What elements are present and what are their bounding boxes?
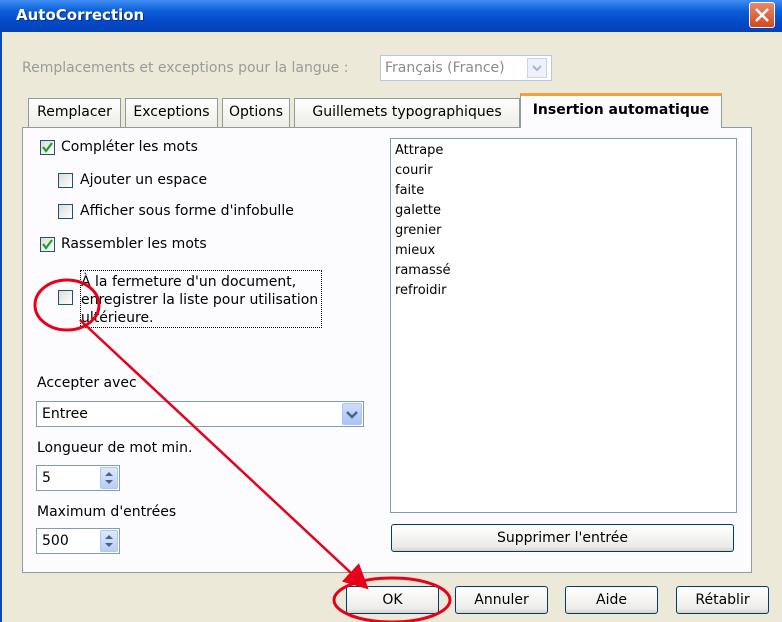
spinner-arrows-icon[interactable] — [100, 530, 118, 552]
list-item[interactable]: mieux — [395, 243, 435, 258]
list-item[interactable]: refroidir — [395, 283, 446, 298]
spinner-arrows-icon[interactable] — [100, 467, 118, 489]
title-bar[interactable]: AutoCorrection — [0, 0, 782, 32]
accept-value: Entree — [42, 406, 88, 422]
save-list-checkbox[interactable] — [58, 290, 73, 305]
min-length-spinner[interactable]: 5 — [36, 465, 120, 491]
chevron-down-icon[interactable] — [527, 58, 547, 78]
max-entries-label: Maximum d'entrées — [37, 504, 177, 520]
word-list[interactable]: Attrape courir faite galette grenier mie… — [390, 138, 737, 513]
window-border — [0, 32, 2, 622]
reset-button[interactable]: Rétablir — [676, 586, 769, 614]
add-space-label: Ajouter un espace — [80, 172, 208, 188]
chevron-down-icon[interactable] — [342, 403, 362, 425]
accept-label: Accepter avec — [37, 375, 137, 391]
max-entries-spinner[interactable]: 500 — [36, 528, 120, 554]
tab-remplacer[interactable]: Remplacer — [28, 98, 121, 127]
language-select[interactable]: Français (France) — [380, 55, 552, 81]
list-item[interactable]: ramassé — [395, 263, 451, 278]
accept-select[interactable]: Entree — [36, 401, 364, 427]
list-item[interactable]: courir — [395, 163, 433, 178]
list-item[interactable]: Attrape — [395, 143, 443, 158]
check-icon — [42, 239, 53, 250]
complete-words-label: Compléter les mots — [61, 139, 198, 155]
autocorrect-dialog: AutoCorrection Remplacements et exceptio… — [0, 0, 782, 622]
tab-exceptions[interactable]: Exceptions — [125, 98, 218, 127]
add-space-checkbox[interactable] — [58, 173, 73, 188]
close-button[interactable] — [749, 2, 775, 28]
save-list-label-line3: ultérieure. — [81, 310, 154, 326]
language-value: Français (France) — [385, 60, 505, 76]
tab-insertion-automatique[interactable]: Insertion automatique — [520, 93, 722, 128]
window-title: AutoCorrection — [16, 6, 145, 24]
tab-options[interactable]: Options — [222, 98, 290, 127]
ok-button[interactable]: OK — [346, 586, 439, 614]
save-list-focus-box[interactable]: À la fermeture d'un document, enregistre… — [80, 270, 322, 328]
help-button[interactable]: Aide — [565, 586, 658, 614]
max-entries-value: 500 — [42, 533, 69, 549]
collect-words-label: Rassembler les mots — [61, 236, 207, 252]
check-icon — [42, 142, 53, 153]
save-list-label-line1: À la fermeture d'un document, — [81, 274, 297, 290]
complete-words-checkbox[interactable] — [40, 140, 55, 155]
close-icon — [755, 8, 769, 22]
list-item[interactable]: faite — [395, 183, 424, 198]
save-list-label-line2: enregistrer la liste pour utilisation — [81, 292, 319, 308]
collect-words-checkbox[interactable] — [40, 237, 55, 252]
cancel-button[interactable]: Annuler — [455, 586, 548, 614]
delete-entry-button[interactable]: Supprimer l'entrée — [391, 524, 734, 552]
min-length-label: Longueur de mot min. — [37, 440, 193, 456]
tab-guillemets[interactable]: Guillemets typographiques — [294, 98, 520, 127]
list-item[interactable]: grenier — [395, 223, 442, 238]
show-tooltip-checkbox[interactable] — [58, 204, 73, 219]
min-length-value: 5 — [42, 470, 51, 486]
list-item[interactable]: galette — [395, 203, 441, 218]
show-tooltip-label: Afficher sous forme d'infobulle — [80, 203, 294, 219]
language-label: Remplacements et exceptions pour la lang… — [22, 60, 349, 76]
